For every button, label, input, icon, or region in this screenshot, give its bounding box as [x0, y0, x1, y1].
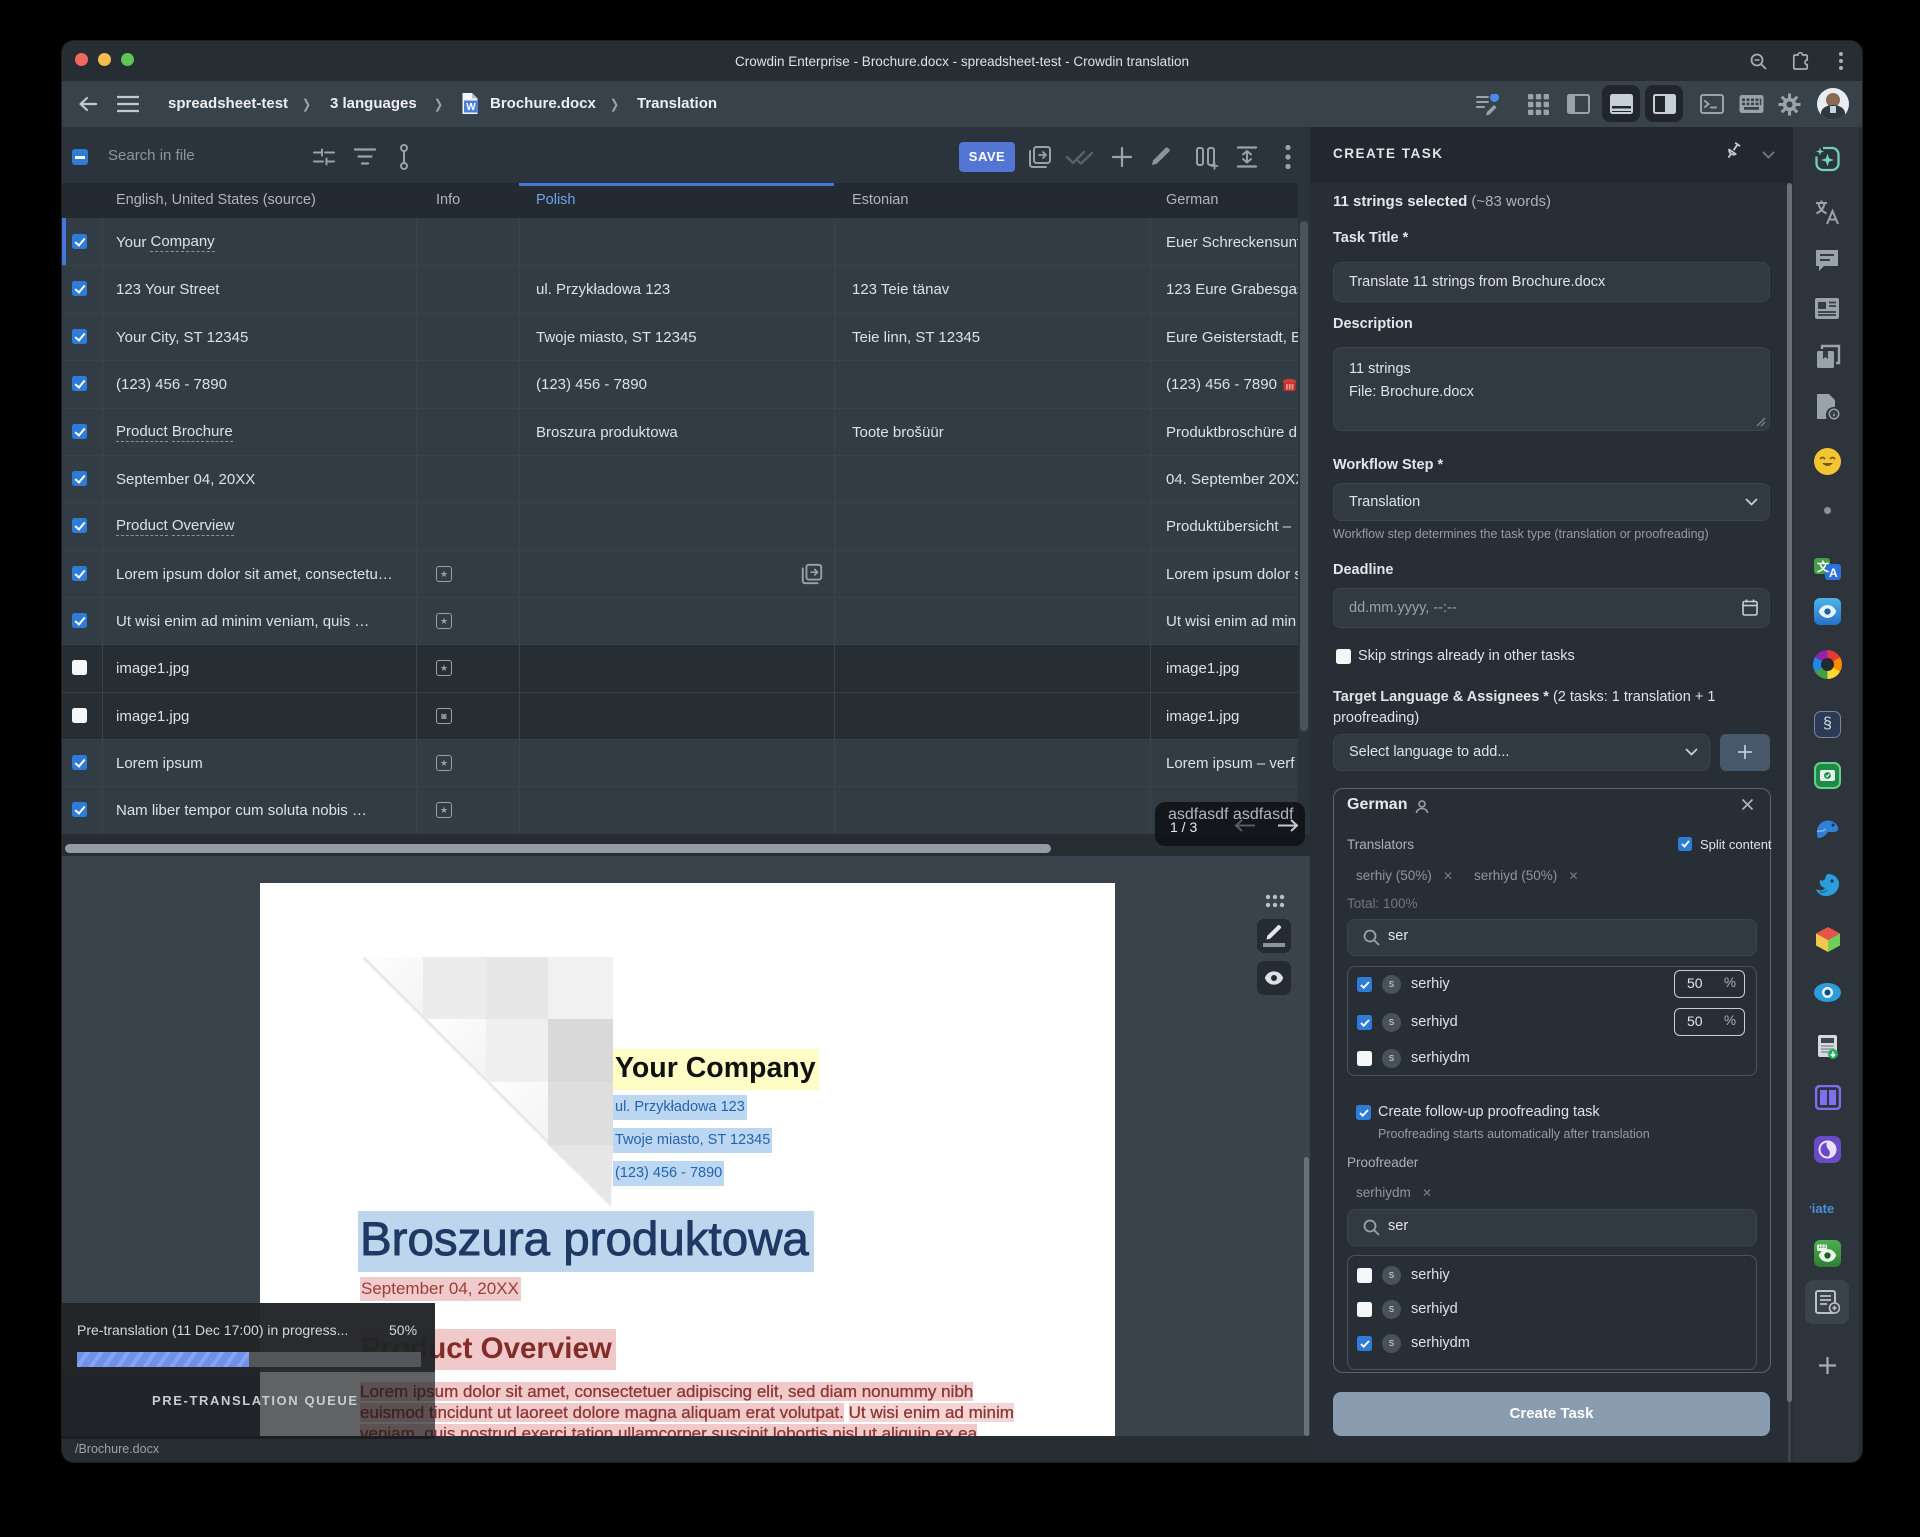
svg-text:W: W	[466, 102, 476, 113]
